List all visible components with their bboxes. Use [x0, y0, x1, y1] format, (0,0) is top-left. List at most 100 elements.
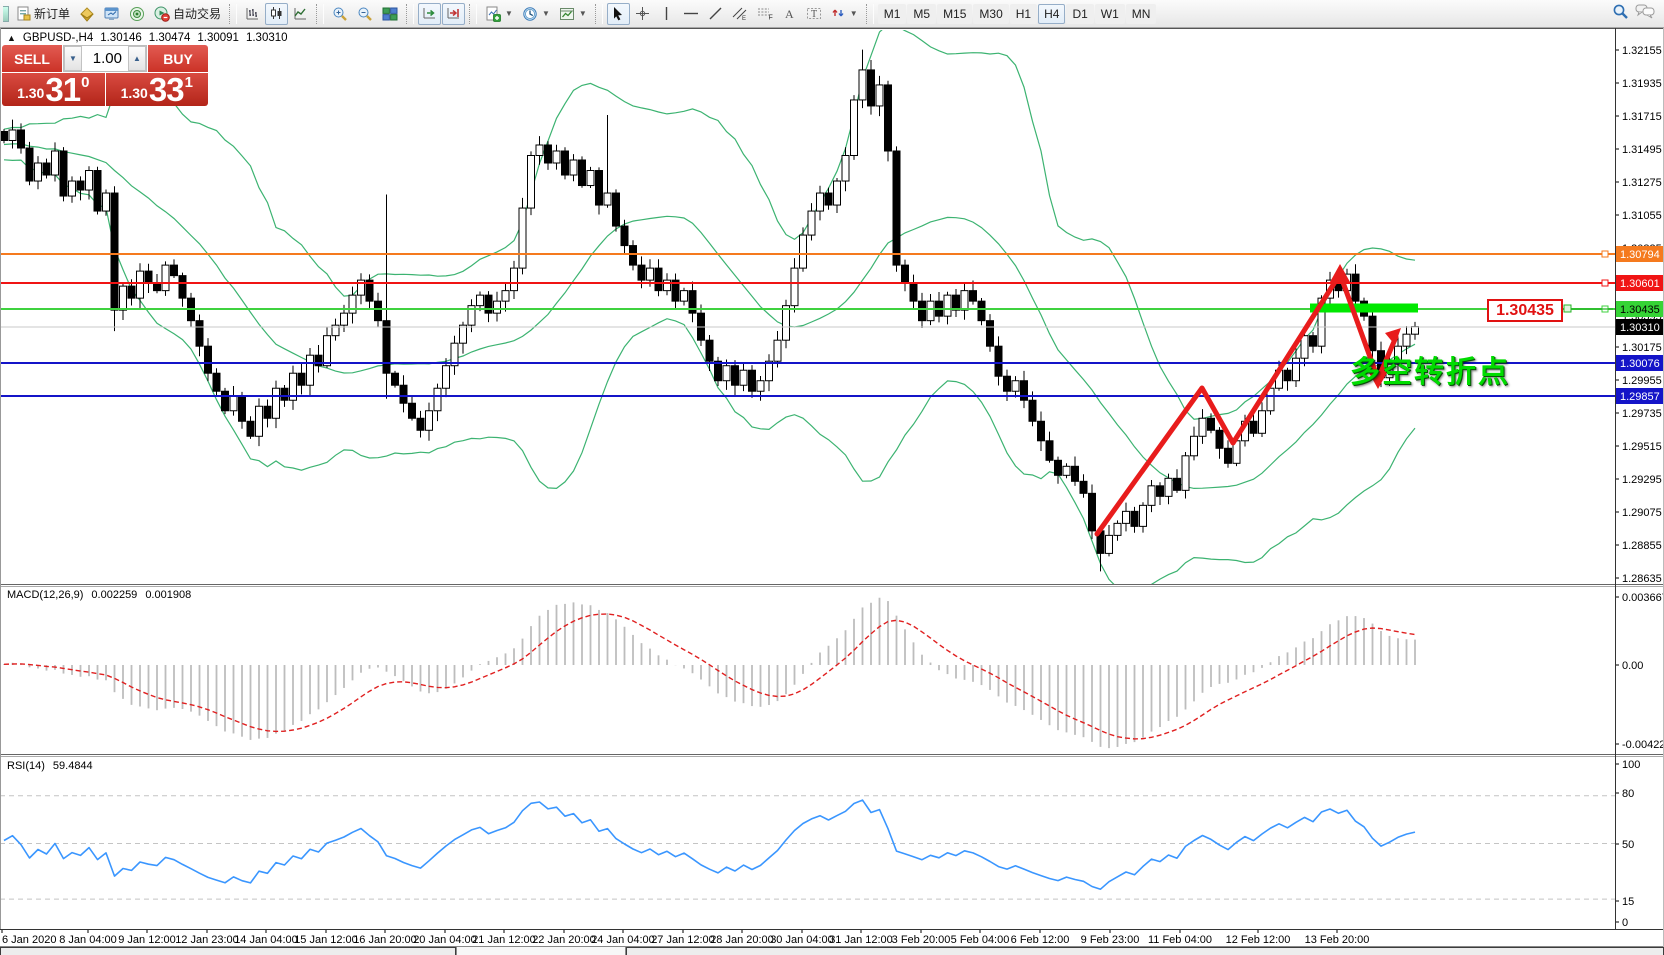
vertical-line-icon — [660, 6, 673, 21]
metaeditor-icon — [79, 6, 95, 22]
buy-button[interactable]: BUY — [148, 45, 208, 72]
chat-icon[interactable] — [1635, 3, 1655, 24]
svg-text:31 Jan 12:00: 31 Jan 12:00 — [829, 934, 893, 946]
timeframe-M1[interactable]: M1 — [878, 4, 907, 24]
timeframe-W1[interactable]: W1 — [1095, 4, 1125, 24]
buy-price-big: 33 — [149, 75, 184, 105]
line-chart-button[interactable] — [289, 3, 312, 25]
autotrading-label: 自动交易 — [173, 5, 221, 22]
chart-tab[interactable] — [626, 947, 1664, 955]
timeframe-group: M1M5M15M30H1H4D1W1MN — [878, 4, 1157, 24]
sell-price-pipette: 0 — [81, 74, 89, 91]
text-label-tool-button[interactable]: T — [802, 3, 826, 25]
chart-canvas[interactable]: 1.321551.319351.317151.314951.312751.310… — [0, 28, 1664, 955]
periods-dropdown-caret: ▼ — [542, 9, 550, 18]
sell-price-display[interactable]: 1.30 31 0 — [2, 73, 105, 106]
indicators-icon — [485, 6, 501, 22]
svg-text:1.29735: 1.29735 — [1622, 408, 1662, 420]
bar-chart-button[interactable] — [241, 3, 264, 25]
timeframe-M15[interactable]: M15 — [937, 4, 972, 24]
channel-tool-button[interactable]: E — [728, 3, 752, 25]
support-zone-bar[interactable] — [1310, 304, 1418, 313]
templates-button[interactable]: ▼ — [555, 3, 591, 25]
svg-text:28 Jan 20:00: 28 Jan 20:00 — [710, 934, 774, 946]
autotrading-button[interactable]: 自动交易 — [150, 3, 225, 25]
svg-text:1.31055: 1.31055 — [1622, 210, 1662, 222]
timeframe-M5[interactable]: M5 — [907, 4, 936, 24]
tile-windows-button[interactable] — [378, 3, 402, 25]
buy-price-display[interactable]: 1.30 33 1 — [106, 73, 209, 106]
periods-button[interactable]: ▼ — [518, 3, 554, 25]
svg-text:1.29295: 1.29295 — [1622, 474, 1662, 486]
chart-shift-button[interactable] — [442, 3, 465, 25]
high-value: 1.30474 — [149, 32, 191, 44]
vertical-line-tool-button[interactable] — [655, 3, 678, 25]
candlestick-chart-button[interactable] — [265, 3, 288, 25]
price-callout-label[interactable]: 1.30435 — [1487, 299, 1563, 322]
svg-text:6 Jan 2020: 6 Jan 2020 — [2, 934, 56, 946]
svg-text:100: 100 — [1622, 759, 1640, 771]
volume-decrease-button[interactable]: ▼ — [64, 46, 82, 71]
svg-text:1.31715: 1.31715 — [1622, 111, 1662, 123]
volume-spinner: ▼ 1.00 ▲ — [63, 45, 147, 72]
horizontal-line-tool-button[interactable] — [679, 3, 703, 25]
svg-text:27 Jan 12:00: 27 Jan 12:00 — [651, 934, 715, 946]
zoom-in-icon — [332, 6, 348, 22]
arrows-tool-button[interactable]: ▼ — [827, 3, 862, 25]
crosshair-tool-button[interactable] — [631, 3, 654, 25]
sell-button[interactable]: SELL — [2, 45, 62, 72]
chart-tab[interactable] — [0, 947, 456, 955]
terminal-button[interactable] — [100, 3, 124, 25]
volume-value[interactable]: 1.00 — [82, 46, 128, 71]
timeframe-D1[interactable]: D1 — [1066, 4, 1093, 24]
indicators-button[interactable]: ▼ — [481, 3, 517, 25]
svg-text:50: 50 — [1622, 839, 1634, 851]
one-click-collapse-icon[interactable]: ▲ — [7, 33, 16, 43]
timeframe-MN[interactable]: MN — [1126, 4, 1157, 24]
new-order-button[interactable]: 新订单 — [12, 3, 74, 25]
signals-button[interactable] — [125, 3, 149, 25]
chart-tab-active[interactable] — [456, 947, 626, 955]
svg-text:12 Jan 23:00: 12 Jan 23:00 — [175, 934, 239, 946]
signals-icon — [129, 6, 145, 22]
svg-text:A: A — [785, 7, 794, 21]
toolbar: 新订单 自动交易 — [0, 0, 1664, 28]
timeframe-M30[interactable]: M30 — [973, 4, 1008, 24]
line-chart-icon — [293, 6, 308, 21]
svg-text:1.31935: 1.31935 — [1622, 78, 1662, 90]
sell-price-prefix: 1.30 — [17, 85, 44, 101]
cursor-tool-button[interactable] — [607, 3, 630, 25]
symbol-period-label: GBPUSD-,H4 — [23, 32, 93, 44]
timeframe-H4[interactable]: H4 — [1038, 4, 1065, 24]
turning-point-annotation[interactable]: 多空转折点 — [1350, 347, 1510, 391]
svg-text:8 Jan 04:00: 8 Jan 04:00 — [59, 934, 117, 946]
metaeditor-button[interactable] — [75, 3, 99, 25]
close-value: 1.30310 — [246, 32, 288, 44]
new-order-icon — [16, 6, 31, 21]
toolbar-separator — [316, 4, 324, 24]
macd-main-value: 0.002259 — [91, 589, 137, 601]
trendline-tool-button[interactable] — [704, 3, 727, 25]
volume-increase-button[interactable]: ▲ — [128, 46, 146, 71]
svg-text:9 Jan 12:00: 9 Jan 12:00 — [118, 934, 176, 946]
zoom-out-button[interactable] — [353, 3, 377, 25]
periods-icon — [522, 6, 538, 22]
search-icon[interactable] — [1612, 3, 1629, 25]
svg-text:1.30310: 1.30310 — [1620, 322, 1660, 334]
auto-scroll-button[interactable] — [418, 3, 441, 25]
text-tool-button[interactable]: A — [778, 3, 801, 25]
templates-icon — [559, 6, 575, 22]
terminal-icon — [104, 6, 120, 22]
svg-text:30 Jan 04:00: 30 Jan 04:00 — [770, 934, 834, 946]
rsi-name: RSI(14) — [7, 760, 45, 772]
timeframe-H1[interactable]: H1 — [1010, 4, 1037, 24]
zoom-in-button[interactable] — [328, 3, 352, 25]
equidistant-channel-icon: E — [732, 6, 748, 21]
fibonacci-tool-button[interactable]: F — [753, 3, 777, 25]
svg-text:1.32155: 1.32155 — [1622, 45, 1662, 57]
text-icon: A — [782, 6, 796, 21]
svg-text:6 Feb 12:00: 6 Feb 12:00 — [1011, 934, 1070, 946]
toolbar-separator — [406, 4, 414, 24]
svg-text:1.29075: 1.29075 — [1622, 507, 1662, 519]
toolbar-separator — [595, 4, 603, 24]
